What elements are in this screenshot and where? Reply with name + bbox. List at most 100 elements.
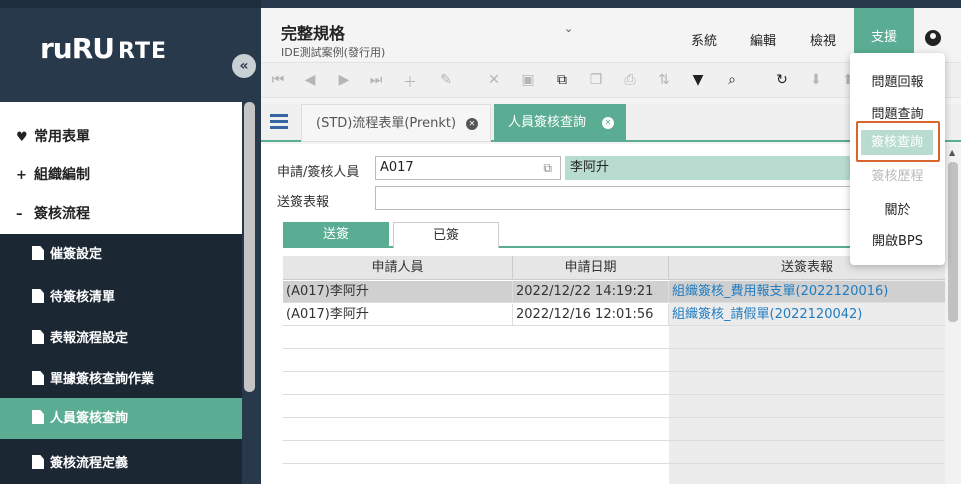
- cell-date: 2022/12/22 14:19:21: [513, 281, 669, 303]
- sidebar-item-reminder[interactable]: 催簽設定: [0, 234, 242, 275]
- menu-item-issue-query[interactable]: 問題查詢: [850, 103, 945, 122]
- page-subtitle: IDE測試案例(發行用): [281, 46, 386, 59]
- grid-header: 申請人員 申請日期 送簽表報: [283, 256, 945, 280]
- file-icon: [32, 371, 44, 385]
- results-grid: 申請人員 申請日期 送簽表報 (A017)李阿升 2022/12/22 14:1…: [283, 256, 945, 484]
- sidebar-item-flow-definition[interactable]: 簽核流程定義: [0, 443, 242, 484]
- scroll-up-icon[interactable]: ▲: [949, 148, 955, 157]
- logo-text: ruRU: [40, 32, 115, 65]
- report-label: 送簽表報: [277, 195, 330, 210]
- column-header-applicant[interactable]: 申請人員: [283, 256, 513, 280]
- add-icon[interactable]: ＋: [401, 72, 419, 92]
- table-row-empty: [283, 465, 945, 484]
- sidebar-item-label: 簽核流程定義: [50, 456, 129, 471]
- table-row-empty: [283, 350, 945, 372]
- cancel-icon[interactable]: ✕: [485, 72, 503, 88]
- search-icon[interactable]: ⌕: [723, 72, 741, 88]
- sidebar-scroll-thumb[interactable]: [244, 102, 255, 392]
- filter-icon[interactable]: ▼: [689, 72, 707, 88]
- tab-sent[interactable]: 送簽: [283, 222, 389, 248]
- tab-label: 人員簽核查詢: [508, 115, 587, 130]
- refresh-icon[interactable]: ↻: [773, 72, 791, 88]
- last-record-icon[interactable]: ⏭: [367, 72, 385, 88]
- sidebar-topbar: [0, 0, 261, 8]
- menu-system[interactable]: 系統: [691, 30, 717, 49]
- content-scrollbar[interactable]: ▲: [945, 144, 961, 484]
- tab-signed[interactable]: 已簽: [393, 222, 499, 248]
- table-row[interactable]: (A017)李阿升 2022/12/16 12:01:56 組織簽核_請假單(2…: [283, 304, 945, 326]
- menu-item-approval-history: 簽核歷程: [871, 169, 924, 184]
- table-row-empty: [283, 373, 945, 395]
- sidebar-item-pending-list[interactable]: 待簽核清單: [0, 277, 242, 318]
- table-row-empty: [283, 396, 945, 418]
- cell-report-link[interactable]: 組織簽核_請假單(2022120042): [669, 304, 945, 326]
- nav-group-label: 簽核流程: [34, 206, 90, 222]
- applicant-code-field[interactable]: A017 ⧉: [375, 156, 561, 180]
- applicant-code-value: A017: [380, 160, 414, 175]
- sidebar-subnav: 催簽設定 待簽核清單 表報流程設定 單據簽核查詢作業 人員簽核查詢 簽核流程定義: [0, 234, 242, 484]
- tab-std-flow-form[interactable]: (STD)流程表單(Prenkt) ✕: [301, 104, 491, 142]
- file-icon: [32, 289, 44, 303]
- open-lookup-icon[interactable]: ⧉: [543, 157, 552, 179]
- close-tab-icon[interactable]: ✕: [466, 118, 478, 130]
- sidebar-item-label: 表報流程設定: [50, 331, 129, 346]
- menu-edit[interactable]: 編輯: [750, 30, 776, 49]
- menu-item-about[interactable]: 關於: [850, 199, 945, 218]
- user-icon[interactable]: [925, 30, 941, 46]
- main-topline: [261, 0, 961, 8]
- nav-group-approval-flow[interactable]: – 簽核流程: [0, 195, 242, 234]
- sidebar-item-report-flow[interactable]: 表報流程設定: [0, 318, 242, 359]
- content-scroll-thumb[interactable]: [948, 162, 958, 322]
- applicant-label: 申請/簽核人員: [277, 165, 360, 180]
- plus-icon: +: [16, 168, 27, 183]
- cell-applicant: (A017)李阿升: [283, 304, 513, 326]
- download-icon[interactable]: ⬇: [807, 72, 825, 88]
- nav-group-favorites[interactable]: ♥ 常用表單: [0, 118, 242, 157]
- file-icon: [32, 410, 44, 424]
- cell-applicant: (A017)李阿升: [283, 281, 513, 303]
- cell-date: 2022/12/16 12:01:56: [513, 304, 669, 326]
- sidebar-item-label: 催簽設定: [50, 247, 103, 262]
- table-row-empty: [283, 419, 945, 441]
- nav-group-label: 組織編制: [34, 167, 90, 183]
- menu-support[interactable]: 支援: [854, 8, 914, 58]
- file-icon: [32, 246, 44, 260]
- highlight-box: [856, 121, 940, 162]
- column-header-date[interactable]: 申請日期: [513, 256, 669, 280]
- save-icon[interactable]: ▣: [519, 72, 537, 88]
- sidebar-item-document-query[interactable]: 單據簽核查詢作業: [0, 359, 242, 400]
- table-row[interactable]: (A017)李阿升 2022/12/22 14:19:21 組織簽核_費用報支單…: [283, 281, 945, 303]
- sidebar-item-personnel-query[interactable]: 人員簽核查詢: [0, 398, 242, 439]
- prev-record-icon[interactable]: ◀: [301, 72, 319, 88]
- table-row-empty: [283, 442, 945, 464]
- copy-icon[interactable]: ❐: [587, 72, 605, 88]
- sidebar-scrollbar[interactable]: [242, 102, 261, 484]
- chevron-down-icon[interactable]: ⌄: [564, 22, 573, 35]
- cell-report-link[interactable]: 組織簽核_費用報支單(2022120016): [669, 281, 945, 303]
- logo-suffix: RTE: [118, 39, 168, 64]
- nav-group-organization[interactable]: + 組織編制: [0, 156, 242, 195]
- table-row-empty: [283, 327, 945, 349]
- sort-icon[interactable]: ⇅: [655, 72, 673, 88]
- open-external-icon[interactable]: ⧉: [553, 72, 571, 88]
- first-record-icon[interactable]: ⏮: [269, 72, 287, 88]
- print-icon[interactable]: ⎙: [621, 72, 639, 88]
- tab-personnel-query[interactable]: 人員簽核查詢 ✕: [494, 104, 626, 142]
- menu-view[interactable]: 檢視: [810, 30, 836, 49]
- file-icon: [32, 455, 44, 469]
- menu-item-report-issue[interactable]: 問題回報: [850, 71, 945, 90]
- page-title: 完整規格: [281, 24, 346, 43]
- tab-label: (STD)流程表單(Prenkt): [316, 116, 457, 131]
- sidebar: ruRU RTE « ♥ 常用表單 + 組織編制 – 簽核流程 催簽設定 待簽核清單 表…: [0, 0, 261, 484]
- menu-item-open-bps[interactable]: 開啟BPS: [850, 230, 945, 249]
- minus-icon: –: [16, 207, 23, 222]
- heart-icon: ♥: [16, 130, 28, 145]
- nav-group-label: 常用表單: [34, 129, 90, 145]
- collapse-sidebar-button[interactable]: «: [232, 54, 256, 78]
- edit-icon[interactable]: ✎: [437, 72, 455, 88]
- menu-icon[interactable]: [270, 114, 288, 129]
- close-tab-icon[interactable]: ✕: [602, 117, 614, 129]
- inner-tabs: 送簽 已簽: [283, 222, 948, 248]
- next-record-icon[interactable]: ▶: [335, 72, 353, 88]
- logo: ruRU RTE: [40, 32, 167, 65]
